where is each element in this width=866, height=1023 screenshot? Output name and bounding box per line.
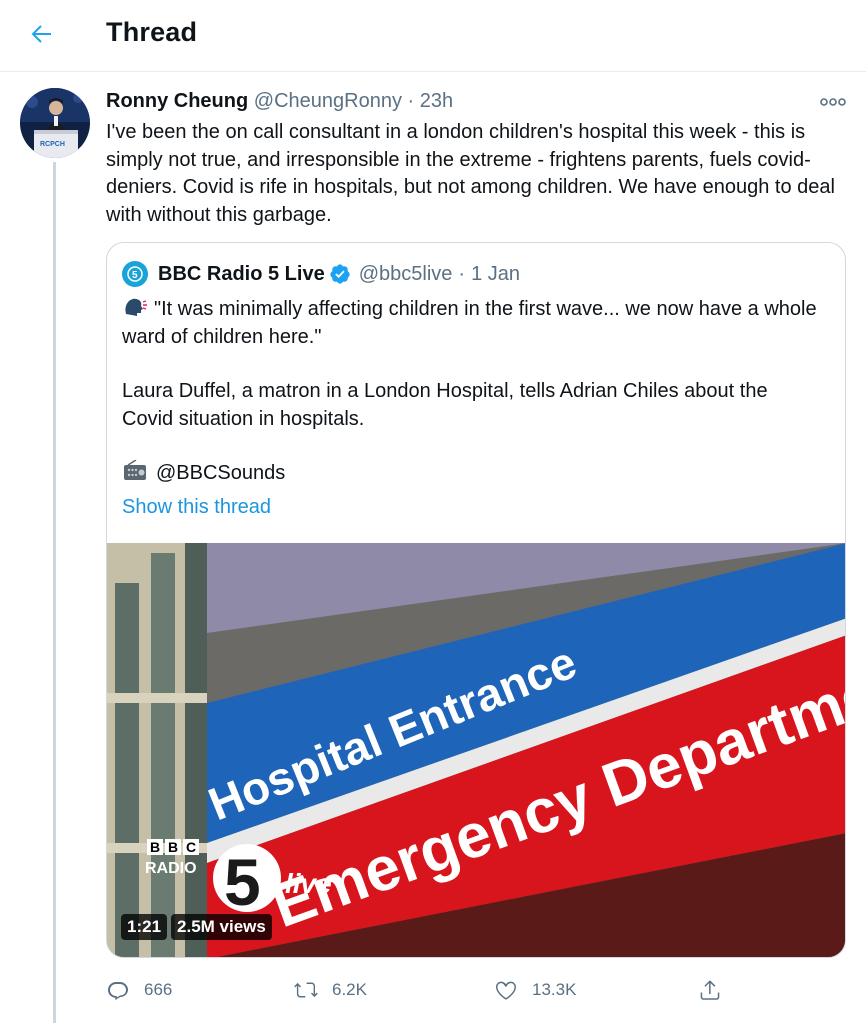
- more-options-button[interactable]: [818, 94, 848, 110]
- quoted-author-handle: @bbc5live: [358, 262, 453, 285]
- svg-text:5: 5: [132, 270, 138, 281]
- video-duration: 1:21: [121, 914, 168, 940]
- quoted-tweet-header: 5 BBC Radio 5 Live @bbc5live · 1 Jan: [122, 261, 520, 287]
- separator-dot: ·: [407, 90, 415, 112]
- quote-line-2: Laura Duffel, a matron in a London Hospi…: [122, 380, 768, 430]
- author-name[interactable]: Ronny Cheung: [106, 90, 248, 112]
- video-info-badges: 1:21 2.5M views: [121, 914, 272, 940]
- heart-icon: [496, 981, 516, 1000]
- svg-text:B: B: [168, 839, 178, 855]
- author-avatar[interactable]: RCPCH: [20, 88, 90, 158]
- bbc-sounds-mention[interactable]: @BBCSounds: [156, 462, 285, 484]
- bbc-5live-avatar: 5: [122, 261, 148, 287]
- tweet-actions: 666 6.2K 13.3K: [106, 975, 846, 1005]
- like-button[interactable]: 13.3K: [494, 975, 576, 1005]
- video-media[interactable]: Hospital Entrance Emergency Department B…: [107, 543, 845, 957]
- reply-icon: [108, 982, 128, 1000]
- reply-count: 666: [144, 980, 173, 999]
- speaking-head-emoji-icon: [125, 298, 147, 316]
- share-icon: [700, 980, 720, 1000]
- show-thread-link[interactable]: Show this thread: [122, 496, 271, 519]
- thread-connector-line: [53, 162, 56, 1023]
- svg-text:5: 5: [224, 845, 261, 919]
- rcpch-logo-text: RCPCH: [40, 141, 65, 148]
- back-button[interactable]: [22, 16, 62, 52]
- svg-text:live: live: [285, 868, 332, 899]
- quoted-author-name: BBC Radio 5 Live: [158, 262, 325, 285]
- video-views: 2.5M views: [171, 914, 272, 940]
- more-dots-icon: [820, 98, 846, 106]
- back-arrow-icon: [31, 25, 51, 43]
- page-title: Thread: [106, 17, 198, 47]
- retweet-button[interactable]: 6.2K: [294, 975, 367, 1005]
- tweet-header: Ronny Cheung @CheungRonny · 23h: [106, 90, 453, 116]
- quote-line-1: "It was minimally affecting children in …: [122, 298, 817, 348]
- like-count: 13.3K: [532, 980, 577, 999]
- tweet-timestamp[interactable]: 23h: [420, 90, 453, 112]
- tweet-text: I've been the on call consultant in a lo…: [106, 121, 835, 226]
- retweet-count: 6.2K: [332, 980, 367, 999]
- svg-text:RADIO: RADIO: [145, 860, 197, 877]
- separator-dot: ·: [458, 262, 466, 285]
- radio-emoji-icon: [124, 460, 146, 480]
- quoted-timestamp: 1 Jan: [471, 262, 520, 285]
- verified-badge-icon: [329, 263, 351, 285]
- author-handle[interactable]: @CheungRonny: [254, 90, 402, 112]
- share-button[interactable]: [698, 975, 736, 1005]
- retweet-icon: [294, 982, 318, 998]
- reply-button[interactable]: 666: [106, 975, 172, 1005]
- quoted-tweet-card[interactable]: 5 BBC Radio 5 Live @bbc5live · 1 Jan "It…: [106, 242, 846, 958]
- svg-text:B: B: [150, 839, 160, 855]
- quoted-tweet-text: "It was minimally affecting children in …: [122, 296, 822, 488]
- svg-text:C: C: [186, 839, 196, 855]
- thread-header: Thread: [0, 0, 866, 72]
